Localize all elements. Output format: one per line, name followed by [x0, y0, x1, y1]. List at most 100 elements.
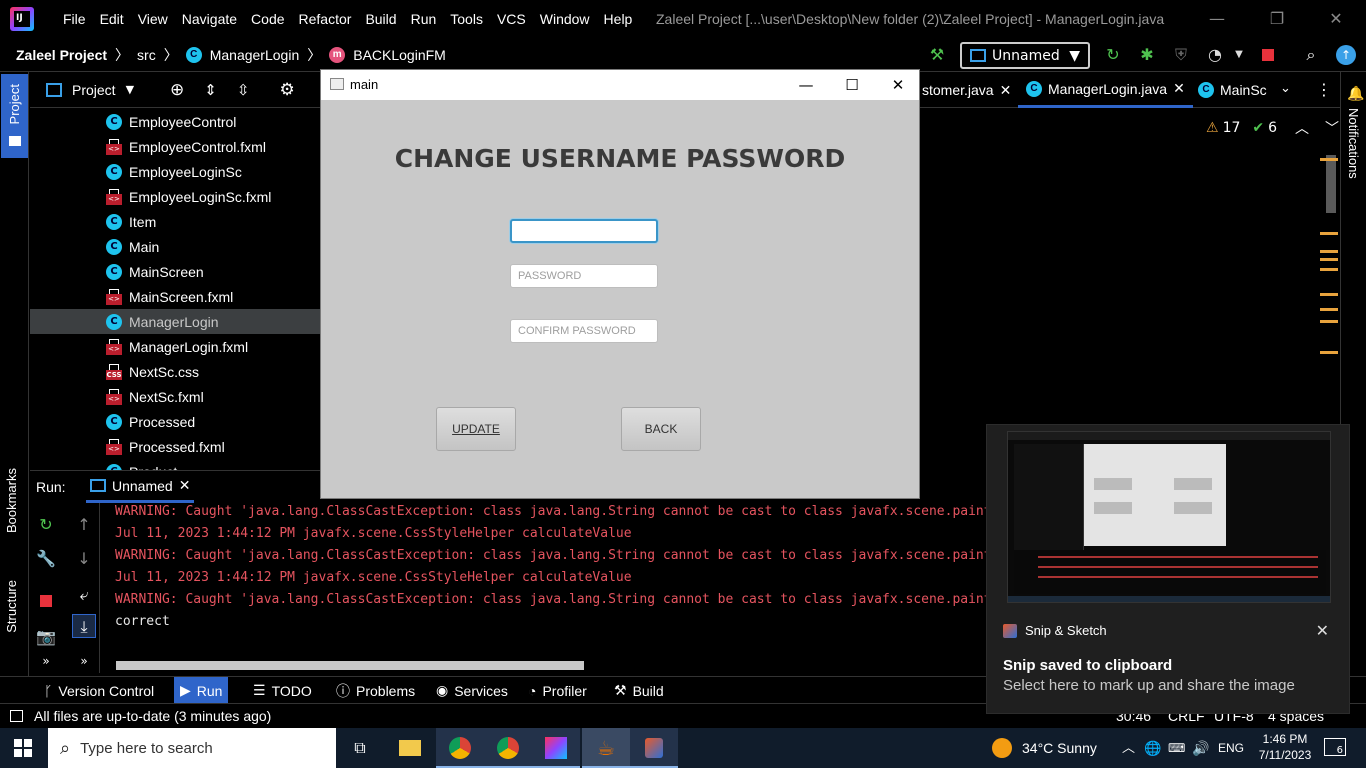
- tree-item-managerlogin[interactable]: C ManagerLogin: [30, 309, 320, 334]
- input-method-icon[interactable]: ⌨: [1168, 728, 1185, 768]
- javafx-title-bar[interactable]: main — ☐ ✕: [321, 70, 919, 100]
- tabs-dropdown-chevron-icon[interactable]: ⌄: [1280, 81, 1291, 96]
- rerun-icon[interactable]: ↻: [34, 513, 58, 537]
- tree-item-employeecontrol-fxml[interactable]: <> EmployeeControl.fxml: [30, 134, 320, 159]
- error-stripe-marker[interactable]: [1320, 232, 1338, 235]
- snip-sketch-taskbar-icon[interactable]: [630, 728, 678, 768]
- tree-item-managerlogin-fxml[interactable]: <> ManagerLogin.fxml: [30, 334, 320, 359]
- snip-thumbnail-image[interactable]: [1007, 431, 1331, 603]
- minimize-icon[interactable]: —: [1194, 0, 1240, 38]
- close-icon[interactable]: ✕: [1316, 621, 1329, 640]
- editor-tab-mainscreen[interactable]: C MainSc: [1190, 72, 1275, 108]
- structure-tab[interactable]: Structure: [4, 580, 19, 633]
- error-stripe-marker[interactable]: [1320, 293, 1338, 296]
- error-stripe-marker[interactable]: [1320, 308, 1338, 311]
- username-input[interactable]: [510, 219, 658, 243]
- tree-item-product[interactable]: CProduct: [30, 459, 320, 470]
- task-view-icon[interactable]: ⧉: [336, 728, 384, 768]
- editor-scrollbar[interactable]: [1326, 155, 1336, 213]
- breadcrumb-project[interactable]: Zaleel Project: [16, 47, 107, 63]
- tree-item-employeeloginsc[interactable]: C EmployeeLoginSc: [30, 159, 320, 184]
- restore-icon[interactable]: ❐: [1254, 0, 1300, 38]
- menu-window[interactable]: Window: [533, 0, 597, 38]
- stop-icon[interactable]: [40, 595, 52, 607]
- chrome-icon[interactable]: [436, 728, 484, 768]
- more-vertical-icon[interactable]: ⋮: [1316, 80, 1332, 99]
- error-stripe-marker[interactable]: [1320, 320, 1338, 323]
- soft-wrap-icon[interactable]: ⤶: [72, 583, 96, 607]
- error-stripe-marker[interactable]: [1320, 158, 1338, 161]
- build-hammer-icon[interactable]: ⚒: [926, 44, 948, 66]
- tree-item-employeeloginsc-fxml[interactable]: <> EmployeeLoginSc.fxml: [30, 184, 320, 209]
- menu-navigate[interactable]: Navigate: [175, 0, 244, 38]
- inspection-widget[interactable]: ⚠ 17 ✔ 6 ︿ ﹀: [1206, 118, 1339, 138]
- network-globe-icon[interactable]: 🌐: [1144, 728, 1161, 768]
- tray-chevron-up-icon[interactable]: ︿: [1122, 728, 1135, 768]
- error-stripe-marker[interactable]: [1320, 268, 1338, 271]
- tree-item-item[interactable]: C Item: [30, 209, 320, 234]
- notifications-tab[interactable]: Notifications: [1346, 108, 1361, 179]
- update-button[interactable]: UPDATE: [436, 407, 516, 451]
- run-configuration-select[interactable]: Unnamed ▼: [960, 42, 1090, 69]
- close-tab-icon[interactable]: ✕: [1173, 80, 1185, 97]
- breadcrumb-src[interactable]: src: [137, 47, 156, 63]
- tool-todo[interactable]: ☰ TODO: [247, 677, 318, 704]
- tree-item-main[interactable]: C Main: [30, 234, 320, 259]
- minimize-icon[interactable]: —: [783, 70, 829, 100]
- console-output[interactable]: WARNING: Caught 'java.lang.ClassCastExce…: [101, 503, 986, 658]
- status-panel-icon[interactable]: [10, 710, 23, 722]
- wrench-icon[interactable]: 🔧: [34, 547, 58, 571]
- menu-tools[interactable]: Tools: [443, 0, 490, 38]
- error-stripe-marker[interactable]: [1320, 258, 1338, 261]
- arrow-down-icon[interactable]: ↓: [72, 547, 96, 571]
- tree-item-processed-fxml[interactable]: <> Processed.fxml: [30, 434, 320, 459]
- menu-vcs[interactable]: VCS: [490, 0, 533, 38]
- status-message[interactable]: All files are up-to-date (3 minutes ago): [34, 704, 271, 729]
- close-tab-icon[interactable]: ✕: [1000, 82, 1012, 99]
- menu-refactor[interactable]: Refactor: [292, 0, 359, 38]
- tool-problems[interactable]: ⓘ Problems: [330, 677, 421, 704]
- notification-center-icon[interactable]: 6: [1324, 738, 1346, 756]
- chevron-down-icon[interactable]: ▼: [126, 83, 134, 96]
- tree-item-employeecontrol[interactable]: C EmployeeControl: [30, 109, 320, 134]
- weather-sun-icon[interactable]: [992, 738, 1012, 758]
- collapse-all-icon[interactable]: ⇳: [237, 81, 250, 99]
- close-icon[interactable]: ✕: [1313, 0, 1359, 38]
- run-tab-unnamed[interactable]: Unnamed ✕: [86, 471, 195, 503]
- menu-help[interactable]: Help: [597, 0, 640, 38]
- language-indicator[interactable]: ENG: [1218, 728, 1244, 768]
- gear-icon[interactable]: ⚙: [279, 80, 294, 100]
- menu-build[interactable]: Build: [358, 0, 403, 38]
- code-editor[interactable]: [920, 108, 1340, 470]
- debug-bug-icon[interactable]: ✱: [1136, 44, 1158, 66]
- weather-text[interactable]: 34°C Sunny: [1022, 728, 1097, 768]
- update-arrow-icon[interactable]: ↑: [1336, 45, 1356, 65]
- tool-version-control[interactable]: ᚴ Version Control: [38, 677, 160, 704]
- console-horizontal-scrollbar[interactable]: [116, 661, 584, 670]
- more-icon[interactable]: »: [72, 649, 96, 673]
- project-panel-title[interactable]: Project: [72, 82, 116, 98]
- tree-item-nextsc-fxml[interactable]: <> NextSc.fxml: [30, 384, 320, 409]
- tree-item-processed[interactable]: C Processed: [30, 409, 320, 434]
- taskbar-search-box[interactable]: ⌕ Type here to search: [48, 728, 336, 768]
- menu-view[interactable]: View: [131, 0, 175, 38]
- snip-toast-notification[interactable]: Snip & Sketch ✕ Snip saved to clipboard …: [986, 424, 1350, 714]
- menu-run[interactable]: Run: [404, 0, 444, 38]
- chevron-down-icon[interactable]: ﹀: [1325, 118, 1339, 138]
- chevron-up-icon[interactable]: ︿: [1295, 118, 1309, 138]
- chrome-profile-icon[interactable]: [484, 728, 532, 768]
- scroll-to-end-icon[interactable]: ⤓: [72, 614, 96, 638]
- close-icon[interactable]: ✕: [875, 70, 921, 100]
- tree-item-mainscreen[interactable]: C MainScreen: [30, 259, 320, 284]
- breadcrumb-class[interactable]: ManagerLogin: [210, 47, 300, 63]
- editor-tab-managerlogin[interactable]: C ManagerLogin.java ✕: [1018, 72, 1193, 108]
- project-tool-tab[interactable]: Project: [1, 74, 28, 158]
- rerun-icon[interactable]: ↻: [1102, 44, 1124, 66]
- intellij-taskbar-icon[interactable]: [532, 728, 580, 768]
- breadcrumb-method[interactable]: BACKLoginFM: [353, 47, 446, 63]
- file-explorer-icon[interactable]: [386, 728, 434, 768]
- locate-target-icon[interactable]: ⊕: [170, 80, 184, 100]
- profile-icon[interactable]: ◔: [1204, 44, 1226, 66]
- coverage-icon[interactable]: ⛨: [1170, 44, 1192, 66]
- close-tab-icon[interactable]: ✕: [179, 477, 191, 494]
